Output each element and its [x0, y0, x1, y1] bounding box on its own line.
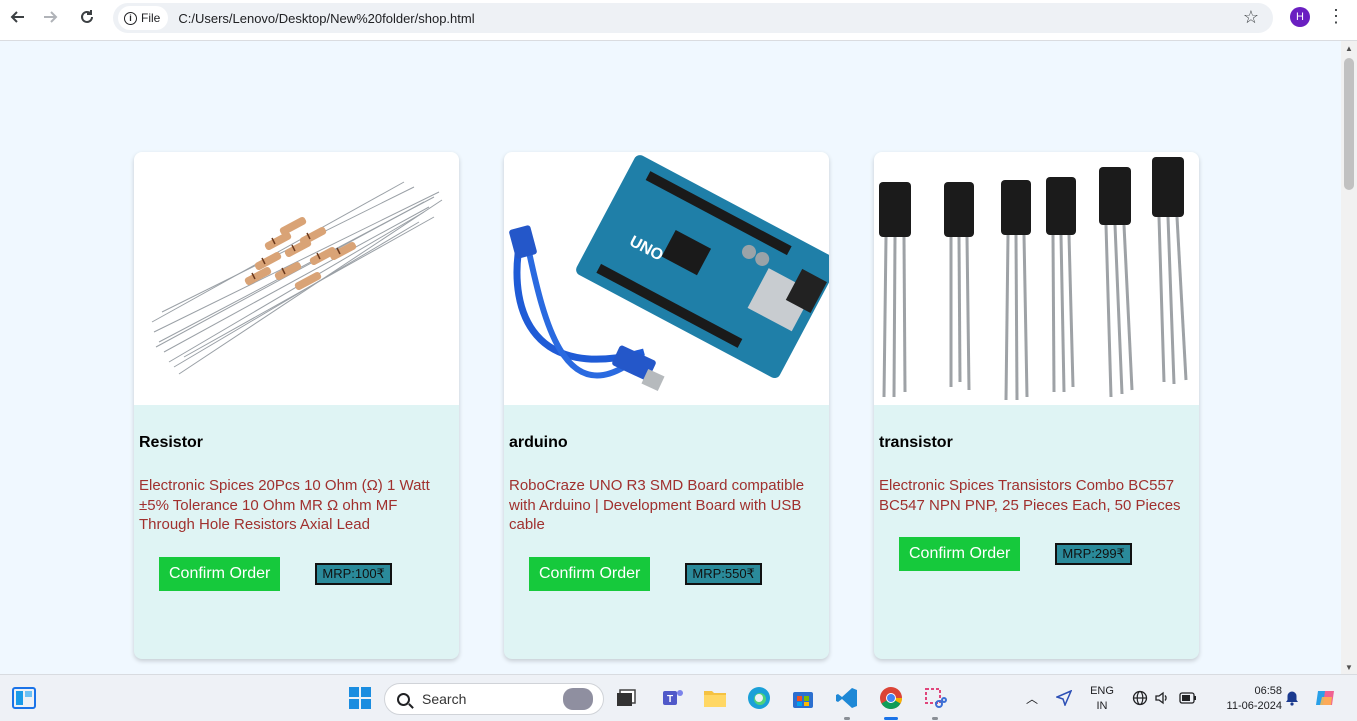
- product-actions: Confirm Order MRP:100₹: [134, 556, 459, 591]
- clock[interactable]: 06:58 11-06-2024: [1206, 684, 1282, 714]
- language-code: ENG: [1090, 685, 1114, 697]
- shop-page: Resistor Electronic Spices 20Pcs 10 Ohm …: [0, 41, 1341, 674]
- confirm-order-button[interactable]: Confirm Order: [529, 556, 651, 591]
- clock-time: 06:58: [1254, 685, 1282, 697]
- product-description: Electronic Spices 20Pcs 10 Ohm (Ω) 1 Wat…: [139, 477, 430, 533]
- scroll-up-icon[interactable]: ▲: [1345, 44, 1353, 53]
- price-badge: MRP:299₹: [1055, 543, 1132, 565]
- vscode-icon[interactable]: [835, 686, 859, 710]
- product-image-resistor: [134, 152, 459, 405]
- widgets-icon[interactable]: [12, 686, 36, 710]
- edge-icon[interactable]: [747, 686, 771, 710]
- chrome-icon[interactable]: [879, 686, 903, 710]
- running-indicator: [844, 717, 850, 720]
- address-bar[interactable]: i File C:/Users/Lenovo/Desktop/New%20fol…: [113, 3, 1273, 33]
- active-indicator: [884, 717, 898, 720]
- running-indicator: [932, 717, 938, 720]
- scroll-thumb[interactable]: [1344, 58, 1354, 190]
- price-badge: MRP:550₹: [685, 562, 762, 585]
- copilot-icon[interactable]: [1314, 686, 1338, 710]
- confirm-order-button[interactable]: Confirm Order: [159, 556, 281, 591]
- info-icon: i: [124, 11, 137, 25]
- task-view-icon[interactable]: [614, 686, 638, 710]
- clock-date: 11-06-2024: [1226, 700, 1282, 712]
- network-icon[interactable]: [1128, 686, 1152, 710]
- chevron-up-icon[interactable]: ︿: [1020, 686, 1044, 710]
- file-explorer-icon[interactable]: [703, 686, 727, 710]
- location-icon[interactable]: [1052, 686, 1076, 710]
- windows-taskbar: Search T ︿ ENG IN 06:58 11-06-2024: [0, 674, 1357, 721]
- page-scrollbar[interactable]: ▲ ▼: [1341, 41, 1357, 674]
- reload-icon[interactable]: [69, 0, 105, 34]
- product-description: RoboCraze UNO R3 SMD Board compatible wi…: [509, 477, 805, 533]
- taskbar-search-label: Search: [422, 691, 467, 707]
- search-icon: [397, 692, 410, 706]
- region-code: IN: [1096, 700, 1108, 712]
- store-icon[interactable]: [791, 686, 815, 710]
- notification-bell-icon[interactable]: [1280, 686, 1304, 710]
- teams-icon[interactable]: T: [661, 686, 685, 710]
- confirm-order-button[interactable]: Confirm Order: [899, 537, 1021, 571]
- profile-avatar[interactable]: H: [1290, 7, 1310, 27]
- star-icon[interactable]: ☆: [1243, 7, 1259, 28]
- product-card-resistor: Resistor Electronic Spices 20Pcs 10 Ohm …: [134, 152, 459, 659]
- price-badge: MRP:100₹: [315, 562, 392, 585]
- product-actions: Confirm Order MRP:550₹: [504, 556, 829, 591]
- volume-icon[interactable]: [1150, 686, 1174, 710]
- kebab-menu-icon[interactable]: ⋮: [1326, 6, 1346, 27]
- svg-text:T: T: [667, 694, 673, 705]
- product-description: Electronic Spices Transistors Combo BC55…: [879, 477, 1181, 514]
- product-card-arduino: UNO arduino RoboCraze UNO R3 SMD Board c…: [504, 152, 829, 659]
- site-info-label: File: [141, 11, 161, 25]
- battery-icon[interactable]: [1176, 686, 1200, 710]
- snipping-tool-icon[interactable]: [923, 686, 947, 710]
- browser-toolbar: i File C:/Users/Lenovo/Desktop/New%20fol…: [0, 0, 1357, 41]
- language-indicator[interactable]: ENG IN: [1086, 684, 1118, 714]
- product-title: Resistor: [139, 434, 204, 451]
- product-actions: Confirm Order MRP:299₹: [874, 537, 1199, 571]
- taskbar-search[interactable]: Search: [384, 683, 604, 715]
- forward-icon[interactable]: [32, 0, 68, 34]
- product-title: transistor: [879, 434, 953, 451]
- product-image-arduino: UNO: [504, 152, 829, 405]
- product-image-transistor: [874, 152, 1199, 405]
- start-icon[interactable]: [348, 686, 372, 710]
- search-highlight-icon: [563, 688, 593, 710]
- product-card-transistor: transistor Electronic Spices Transistors…: [874, 152, 1199, 659]
- back-icon[interactable]: [0, 0, 36, 34]
- scroll-down-icon[interactable]: ▼: [1345, 663, 1353, 672]
- url-text[interactable]: C:/Users/Lenovo/Desktop/New%20folder/sho…: [178, 11, 474, 26]
- site-info-chip[interactable]: i File: [118, 6, 169, 30]
- product-title: arduino: [509, 434, 568, 451]
